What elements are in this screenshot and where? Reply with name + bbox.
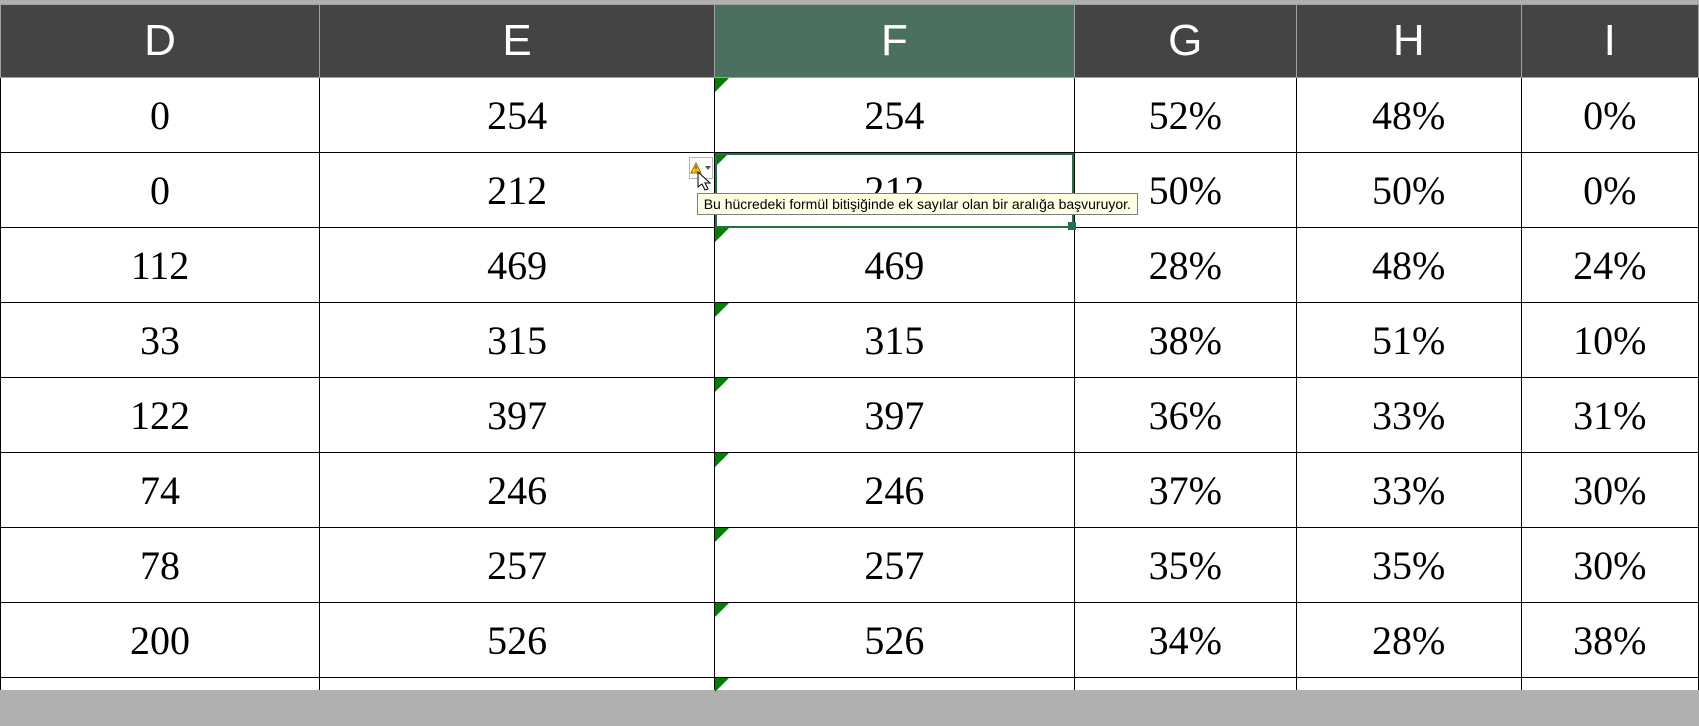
table-row: 3331531538%51%10% (1, 303, 1699, 378)
grid-table: D E F G H I 025425452%48%0%021221250%50%… (0, 4, 1699, 690)
cell-E[interactable]: 254 (319, 78, 714, 153)
column-header-G[interactable]: G (1074, 5, 1296, 78)
table-row: 11246946928%48%24% (1, 228, 1699, 303)
cell-H[interactable]: 51% (1296, 303, 1521, 378)
column-header-D[interactable]: D (1, 5, 320, 78)
cell-G[interactable]: 52% (1074, 78, 1296, 153)
cell-I[interactable]: 0% (1521, 153, 1698, 228)
cell-D[interactable]: 74 (1, 453, 320, 528)
table-row: 021221250%50%0% (1, 153, 1699, 228)
column-header-E[interactable]: E (319, 5, 714, 78)
cell-E[interactable]: 469 (319, 228, 714, 303)
cell-E[interactable]: 212 (319, 153, 714, 228)
cell-F[interactable]: 246 (715, 453, 1074, 528)
table-row: 7424624637%33%30% (1, 453, 1699, 528)
table-row (1, 678, 1699, 691)
cell-H[interactable]: 50% (1296, 153, 1521, 228)
cell-H[interactable]: 28% (1296, 603, 1521, 678)
cell-H[interactable]: 33% (1296, 378, 1521, 453)
cell-G[interactable]: 34% (1074, 603, 1296, 678)
cell-I[interactable]: 31% (1521, 378, 1698, 453)
cell-D[interactable]: 33 (1, 303, 320, 378)
cell-D[interactable]: 78 (1, 528, 320, 603)
cell-D[interactable]: 0 (1, 78, 320, 153)
cell-F[interactable]: 397 (715, 378, 1074, 453)
cell-G[interactable]: 28% (1074, 228, 1296, 303)
cell-I[interactable]: 30% (1521, 453, 1698, 528)
cell-G[interactable]: 36% (1074, 378, 1296, 453)
error-indicator-icon (715, 153, 729, 167)
cell-F[interactable]: 469 (715, 228, 1074, 303)
cell-H[interactable]: 48% (1296, 78, 1521, 153)
cell-E[interactable]: 315 (319, 303, 714, 378)
cell-E[interactable]: 397 (319, 378, 714, 453)
column-header-row: D E F G H I (1, 5, 1699, 78)
grid-body: 025425452%48%0%021221250%50%0%1124694692… (1, 78, 1699, 691)
cell-D[interactable]: 112 (1, 228, 320, 303)
error-tooltip: Bu hücredeki formül bitişiğinde ek sayıl… (697, 193, 1138, 215)
cell-F[interactable] (715, 678, 1074, 691)
cell-E[interactable] (319, 678, 714, 691)
error-trace-button[interactable] (689, 157, 713, 179)
spreadsheet-viewport: D E F G H I 025425452%48%0%021221250%50%… (0, 0, 1699, 726)
error-indicator-icon (715, 228, 729, 242)
cell-E[interactable]: 257 (319, 528, 714, 603)
column-header-F[interactable]: F (715, 5, 1074, 78)
cell-H[interactable]: 33% (1296, 453, 1521, 528)
error-indicator-icon (715, 603, 729, 617)
error-indicator-icon (715, 378, 729, 392)
cell-F[interactable]: 254 (715, 78, 1074, 153)
chevron-down-icon (705, 166, 711, 170)
error-indicator-icon (715, 303, 729, 317)
cell-H[interactable]: 35% (1296, 528, 1521, 603)
cell-G[interactable] (1074, 678, 1296, 691)
error-indicator-icon (715, 678, 729, 692)
cell-D[interactable] (1, 678, 320, 691)
cell-I[interactable] (1521, 678, 1698, 691)
cell-I[interactable]: 10% (1521, 303, 1698, 378)
cell-F[interactable]: 526 (715, 603, 1074, 678)
error-indicator-icon (715, 78, 729, 92)
cell-H[interactable]: 48% (1296, 228, 1521, 303)
cell-F[interactable]: 315 (715, 303, 1074, 378)
column-header-I[interactable]: I (1521, 5, 1698, 78)
warning-icon (690, 162, 702, 174)
cell-F[interactable]: 257 (715, 528, 1074, 603)
cell-E[interactable]: 526 (319, 603, 714, 678)
cell-I[interactable]: 24% (1521, 228, 1698, 303)
error-indicator-icon (715, 453, 729, 467)
cell-G[interactable]: 35% (1074, 528, 1296, 603)
cell-H[interactable] (1296, 678, 1521, 691)
cell-I[interactable]: 30% (1521, 528, 1698, 603)
table-row: 7825725735%35%30% (1, 528, 1699, 603)
table-row: 20052652634%28%38% (1, 603, 1699, 678)
cell-G[interactable]: 38% (1074, 303, 1296, 378)
cell-D[interactable]: 0 (1, 153, 320, 228)
cell-E[interactable]: 246 (319, 453, 714, 528)
cell-I[interactable]: 0% (1521, 78, 1698, 153)
error-indicator-icon (715, 528, 729, 542)
table-row: 025425452%48%0% (1, 78, 1699, 153)
cell-D[interactable]: 122 (1, 378, 320, 453)
cell-I[interactable]: 38% (1521, 603, 1698, 678)
cell-F[interactable]: 212 (715, 153, 1074, 228)
cell-D[interactable]: 200 (1, 603, 320, 678)
cell-G[interactable]: 37% (1074, 453, 1296, 528)
column-header-H[interactable]: H (1296, 5, 1521, 78)
table-row: 12239739736%33%31% (1, 378, 1699, 453)
cell-G[interactable]: 50% (1074, 153, 1296, 228)
